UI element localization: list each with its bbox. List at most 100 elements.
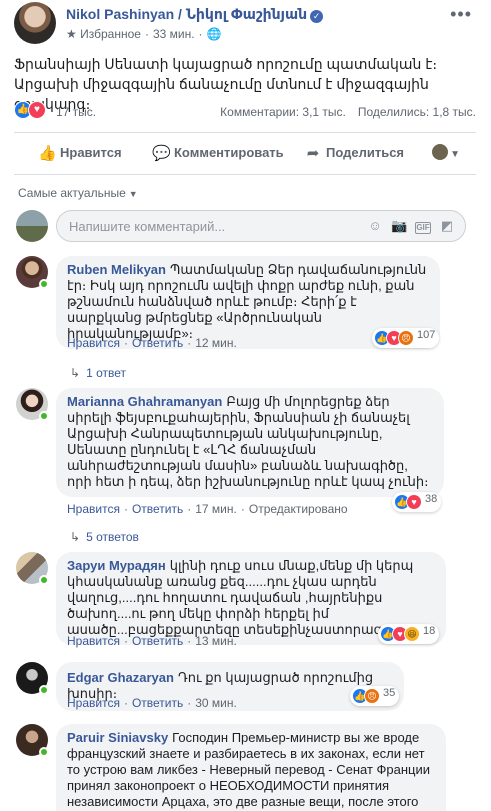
view-replies-link[interactable]: ↳ 1 ответ xyxy=(70,366,126,380)
comment-reply-link[interactable]: Ответить xyxy=(132,336,183,350)
thumbs-up-icon: 👍 xyxy=(38,145,57,162)
comment-sort-dropdown[interactable]: Самые актуальные ▼ xyxy=(18,186,138,200)
chevron-down-icon: ▼ xyxy=(450,149,460,160)
comment-reactions[interactable]: 👍 ♥ 😆 18 xyxy=(378,624,440,644)
share-button[interactable]: ➦ Поделиться xyxy=(304,144,404,162)
separator-dot: · xyxy=(187,634,192,648)
comment-button[interactable]: 💬 Комментировать xyxy=(152,144,284,162)
separator-dot: · xyxy=(187,696,192,710)
comments-count[interactable]: Комментарии: 3,1 тыс. xyxy=(220,105,346,119)
share-arrow-icon: ➦ xyxy=(306,145,320,162)
comment-time[interactable]: 13 мин. xyxy=(195,634,237,648)
globe-icon: 🌐 xyxy=(206,27,222,41)
reply-arrow-icon: ↳ xyxy=(70,366,81,380)
comment-author[interactable]: Paruir Siniavsky xyxy=(67,730,168,745)
comment-time[interactable]: 30 мин. xyxy=(195,696,237,710)
online-status-icon xyxy=(39,685,49,695)
page-name-row: Nikol Pashinyan / Նիկոլ Փաշինյան ✓ xyxy=(66,6,324,23)
sort-label: Самые актуальные xyxy=(18,186,126,200)
reaction-count: 18 xyxy=(423,625,436,637)
post-stats: 👍 ♥ 17 тыс. Комментарии: 3,1 тыс. Поделили… xyxy=(14,100,476,122)
comment-reactions[interactable]: 👍 ♥ 38 xyxy=(392,492,442,512)
reaction-count: 35 xyxy=(383,687,396,699)
comment-composer: Напишите комментарий... ☺ 📷 GIF ◩ xyxy=(16,210,476,242)
shares-count[interactable]: Поделились: 1,8 тыс. xyxy=(358,105,476,119)
speech-bubble-icon: 💬 xyxy=(152,145,171,162)
comment-reactions[interactable]: 👍 ♥ 😠 107 xyxy=(372,328,440,348)
reaction-icons[interactable]: 👍 ♥ xyxy=(14,101,46,121)
replies-label: 5 ответов xyxy=(86,530,139,544)
comment-reactions[interactable]: 👍 😠 35 xyxy=(350,686,400,706)
comment-author[interactable]: Ruben Melikyan xyxy=(67,262,166,277)
love-reaction-icon: ♥ xyxy=(28,101,46,119)
separator-dot: · xyxy=(123,336,128,350)
my-avatar[interactable] xyxy=(16,210,48,242)
stats-right: Комментарии: 3,1 тыс. Поделились: 1,8 тыс… xyxy=(220,105,476,119)
comment-like-link[interactable]: Нравится xyxy=(67,696,120,710)
comment-input[interactable]: Напишите комментарий... ☺ 📷 GIF ◩ xyxy=(56,210,466,242)
comment-bubble: Marianna Ghahramanyan Բայց մի մոլորեցրեք … xyxy=(56,388,444,497)
separator-dot: · xyxy=(198,27,203,41)
action-bar: 👍 Нравится 💬 Комментировать ➦ Поделиться ▼ xyxy=(14,140,476,168)
comment-like-link[interactable]: Нравится xyxy=(67,336,120,350)
star-icon: ★ xyxy=(66,27,77,41)
comment-bubble: Paruir Siniavsky Господин Премьер-министр… xyxy=(56,724,446,811)
like-label: Нравится xyxy=(60,145,122,160)
page-avatar[interactable] xyxy=(14,2,56,44)
viewer-avatar xyxy=(432,144,449,160)
edited-label[interactable]: Отредактировано xyxy=(249,502,348,516)
verified-badge-icon: ✓ xyxy=(310,10,324,23)
comment-placeholder: Напишите комментарий... xyxy=(69,219,226,234)
comment-actions: Нравится · Ответить · 12 мин. xyxy=(67,336,237,350)
like-button[interactable]: 👍 Нравится xyxy=(38,144,122,162)
comment-time[interactable]: 12 мин. xyxy=(195,336,237,350)
online-status-icon xyxy=(39,747,49,757)
caret-down-icon: ▼ xyxy=(128,189,138,199)
divider xyxy=(14,132,476,133)
reaction-count: 38 xyxy=(425,493,438,505)
comment-author[interactable]: Edgar Ghazaryan xyxy=(67,670,174,685)
sticker-icon[interactable]: ◩ xyxy=(439,218,455,234)
composer-tools: ☺ 📷 GIF ◩ xyxy=(359,218,455,234)
emoji-icon[interactable]: ☺ xyxy=(367,218,383,233)
favorites-label: Избранное xyxy=(80,27,141,41)
reply-arrow-icon: ↳ xyxy=(70,530,81,544)
post-time[interactable]: 33 мин. xyxy=(153,27,195,41)
page-name[interactable]: Nikol Pashinyan / Նիկոլ Փաշինյան xyxy=(66,6,307,22)
comment-actions: Нравится · Ответить · 30 мин. xyxy=(67,696,237,710)
post-meta: ★ Избранное · 33 мин. · 🌐 xyxy=(66,27,222,41)
comment-author[interactable]: Заруи Мурадян xyxy=(67,558,166,573)
haha-reaction-icon: 😆 xyxy=(404,626,420,642)
comment-reply-link[interactable]: Ответить xyxy=(132,502,183,516)
replies-label: 1 ответ xyxy=(86,366,126,380)
comment-actions: Нравится · Ответить · 13 мин. xyxy=(67,634,237,648)
separator-dot: · xyxy=(240,502,245,516)
separator-dot: · xyxy=(144,27,149,41)
angry-reaction-icon: 😠 xyxy=(398,330,414,346)
love-reaction-icon: ♥ xyxy=(406,494,422,510)
online-status-icon xyxy=(39,575,49,585)
post-header: Nikol Pashinyan / Նիկոլ Փաշինյան ✓ ★ Избр… xyxy=(14,2,474,46)
separator-dot: · xyxy=(187,502,192,516)
separator-dot: · xyxy=(123,634,128,648)
share-label: Поделиться xyxy=(326,145,405,160)
comment-author[interactable]: Marianna Ghahramanyan xyxy=(67,394,222,409)
reaction-count: 107 xyxy=(417,329,436,341)
viewer-selector[interactable]: ▼ xyxy=(432,144,460,160)
comment-time[interactable]: 17 мин. xyxy=(195,502,237,516)
separator-dot: · xyxy=(123,696,128,710)
angry-reaction-icon: 😠 xyxy=(364,688,380,704)
comment-like-link[interactable]: Нравится xyxy=(67,502,120,516)
comment-like-link[interactable]: Нравится xyxy=(67,634,120,648)
view-replies-link[interactable]: ↳ 5 ответов xyxy=(70,530,139,544)
comment-reply-link[interactable]: Ответить xyxy=(132,634,183,648)
gif-icon[interactable]: GIF xyxy=(415,222,431,234)
separator-dot: · xyxy=(123,502,128,516)
comment-reply-link[interactable]: Ответить xyxy=(132,696,183,710)
online-status-icon xyxy=(39,279,49,289)
camera-icon[interactable]: 📷 xyxy=(391,218,407,234)
reaction-count[interactable]: 17 тыс. xyxy=(56,105,96,119)
comment-label: Комментировать xyxy=(174,145,284,160)
more-options-icon[interactable]: ••• xyxy=(450,4,472,25)
separator-dot: · xyxy=(187,336,192,350)
